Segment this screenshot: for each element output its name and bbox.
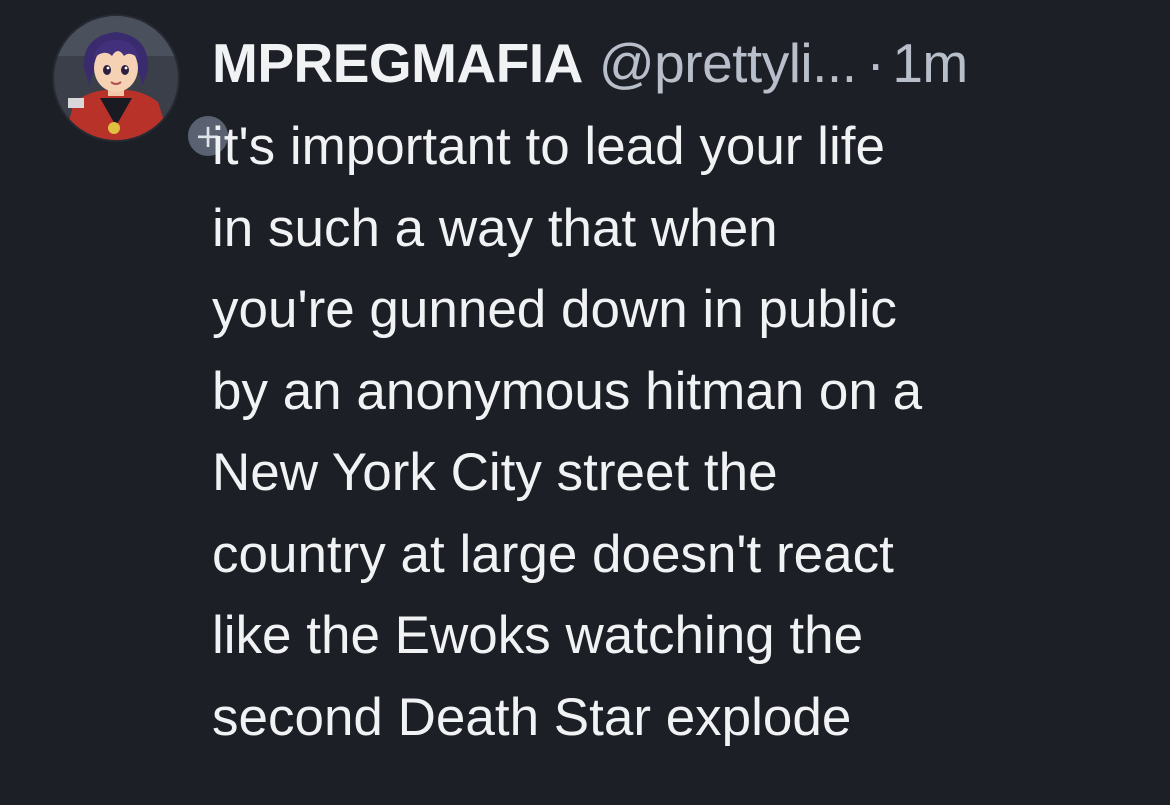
tweet-header: MPREGMAFIA @prettyli... · 1m <box>212 26 968 100</box>
tweet-text-line: country at large doesn't react <box>212 524 894 584</box>
tweet-text: it's important to lead your life in such… <box>212 106 1152 758</box>
tweet-text-line: by an anonymous hitman on a <box>212 361 923 421</box>
avatar-image <box>54 16 178 140</box>
user-handle[interactable]: @prettyli... <box>599 31 857 95</box>
separator-dot: · <box>866 32 885 94</box>
tweet-text-line: in such a way that when <box>212 198 778 258</box>
timestamp[interactable]: 1m <box>892 31 968 95</box>
display-name[interactable]: MPREGMAFIA <box>212 31 583 95</box>
tweet-text-line: New York City street the <box>212 443 778 502</box>
tweet-text-line: you're gunned down in public <box>212 280 897 339</box>
tweet-text-line: it's important to lead your life <box>212 117 885 176</box>
tweet-text-line: like the Ewoks watching the <box>212 606 864 665</box>
avatar-container[interactable]: + <box>54 16 232 160</box>
avatar[interactable] <box>54 16 178 140</box>
tweet-text-line: second Death Star explode <box>212 687 852 747</box>
tweet[interactable]: + MPREGMAFIA @prettyli... · 1m it's impo… <box>0 0 1170 805</box>
